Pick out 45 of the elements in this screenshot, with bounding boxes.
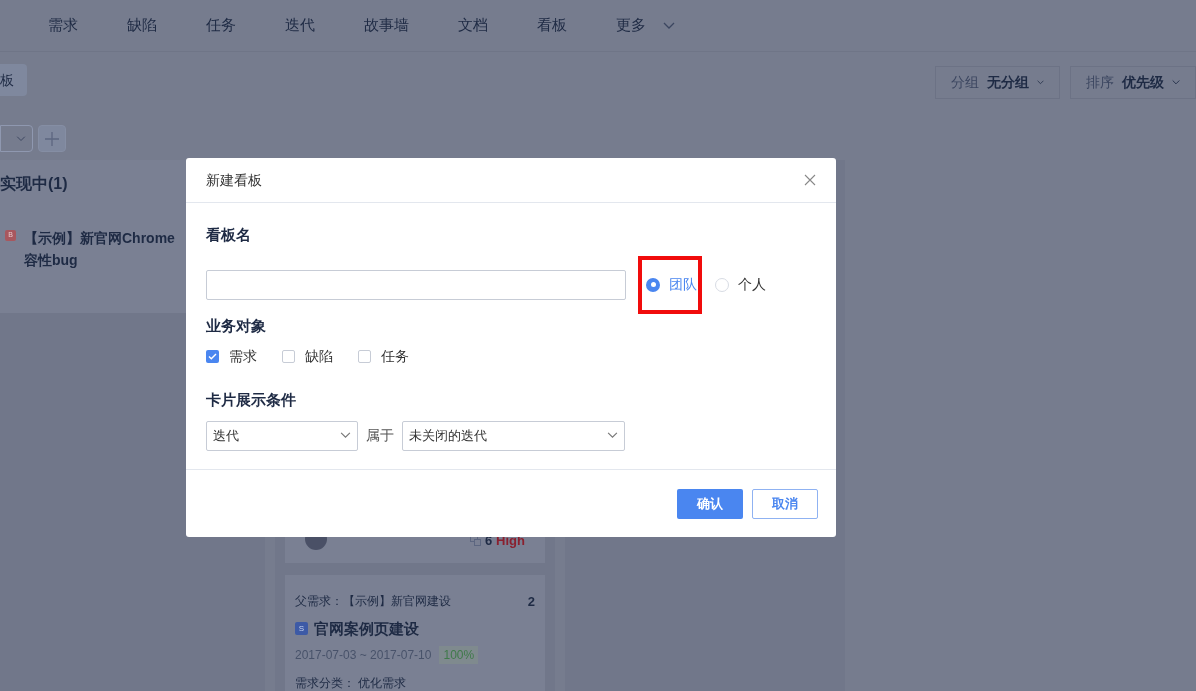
- nav-tab[interactable]: 缺陷: [127, 14, 157, 37]
- chevron-down-icon: [340, 432, 351, 439]
- nav-tab[interactable]: 故事墙: [364, 14, 409, 37]
- subtask-icon: [469, 534, 481, 546]
- card-title: 官网案例页建设: [314, 618, 419, 639]
- chevron-down-icon: [1037, 79, 1044, 86]
- card-title: 容性bug: [24, 251, 79, 270]
- value-dropdown[interactable]: 未关闭的迭代: [402, 420, 625, 451]
- chevron-down-icon: [607, 432, 618, 439]
- relation-label: 属于: [366, 426, 394, 445]
- card-title: 【示例】新官网Chrome: [24, 229, 175, 248]
- section-heading: 看板名: [206, 225, 252, 245]
- plus-icon: [45, 131, 59, 146]
- parent-story: 父需求：【示例】新官网建设: [295, 593, 451, 610]
- section-heading: 业务对象: [206, 315, 267, 336]
- nav-tab[interactable]: 迭代: [285, 14, 315, 37]
- sort-dropdown[interactable]: 排序 优先级: [1070, 66, 1196, 99]
- object-checkbox[interactable]: 任务: [358, 346, 409, 367]
- add-button[interactable]: [38, 125, 66, 152]
- object-checkbox[interactable]: 需求: [206, 346, 257, 367]
- story-category: 需求分类： 优化需求: [295, 675, 408, 691]
- scope-radio[interactable]: 团队: [646, 274, 697, 295]
- cancel-button[interactable]: 取消: [752, 488, 818, 519]
- dialog-title: 新建看板: [206, 170, 262, 190]
- nav-tab[interactable]: 任务: [206, 14, 236, 37]
- chevron-down-icon: [16, 135, 26, 142]
- field-dropdown[interactable]: 迭代: [206, 420, 358, 451]
- name-input[interactable]: [206, 269, 626, 300]
- story-tag: S: [295, 622, 308, 636]
- section-heading: 卡片展示条件: [206, 390, 297, 410]
- close-icon: [804, 174, 816, 186]
- object-checkbox[interactable]: 缺陷: [282, 346, 333, 367]
- close-button[interactable]: [804, 174, 816, 186]
- confirm-button[interactable]: 确认: [677, 488, 743, 519]
- view-tab[interactable]: 板: [0, 64, 27, 96]
- nav-tab[interactable]: 看板: [537, 14, 567, 37]
- nav-tab[interactable]: 更多: [616, 14, 676, 37]
- progress-badge: 100%: [439, 646, 479, 664]
- nav-tab[interactable]: 需求: [48, 14, 78, 37]
- card-number: 2: [527, 593, 535, 611]
- group-dropdown[interactable]: 分组 无分组: [935, 66, 1060, 99]
- chevron-down-icon: [1172, 79, 1180, 86]
- view-select[interactable]: [0, 125, 33, 152]
- nav-tab[interactable]: 文档: [458, 14, 488, 37]
- scope-radio[interactable]: 个人: [715, 274, 766, 295]
